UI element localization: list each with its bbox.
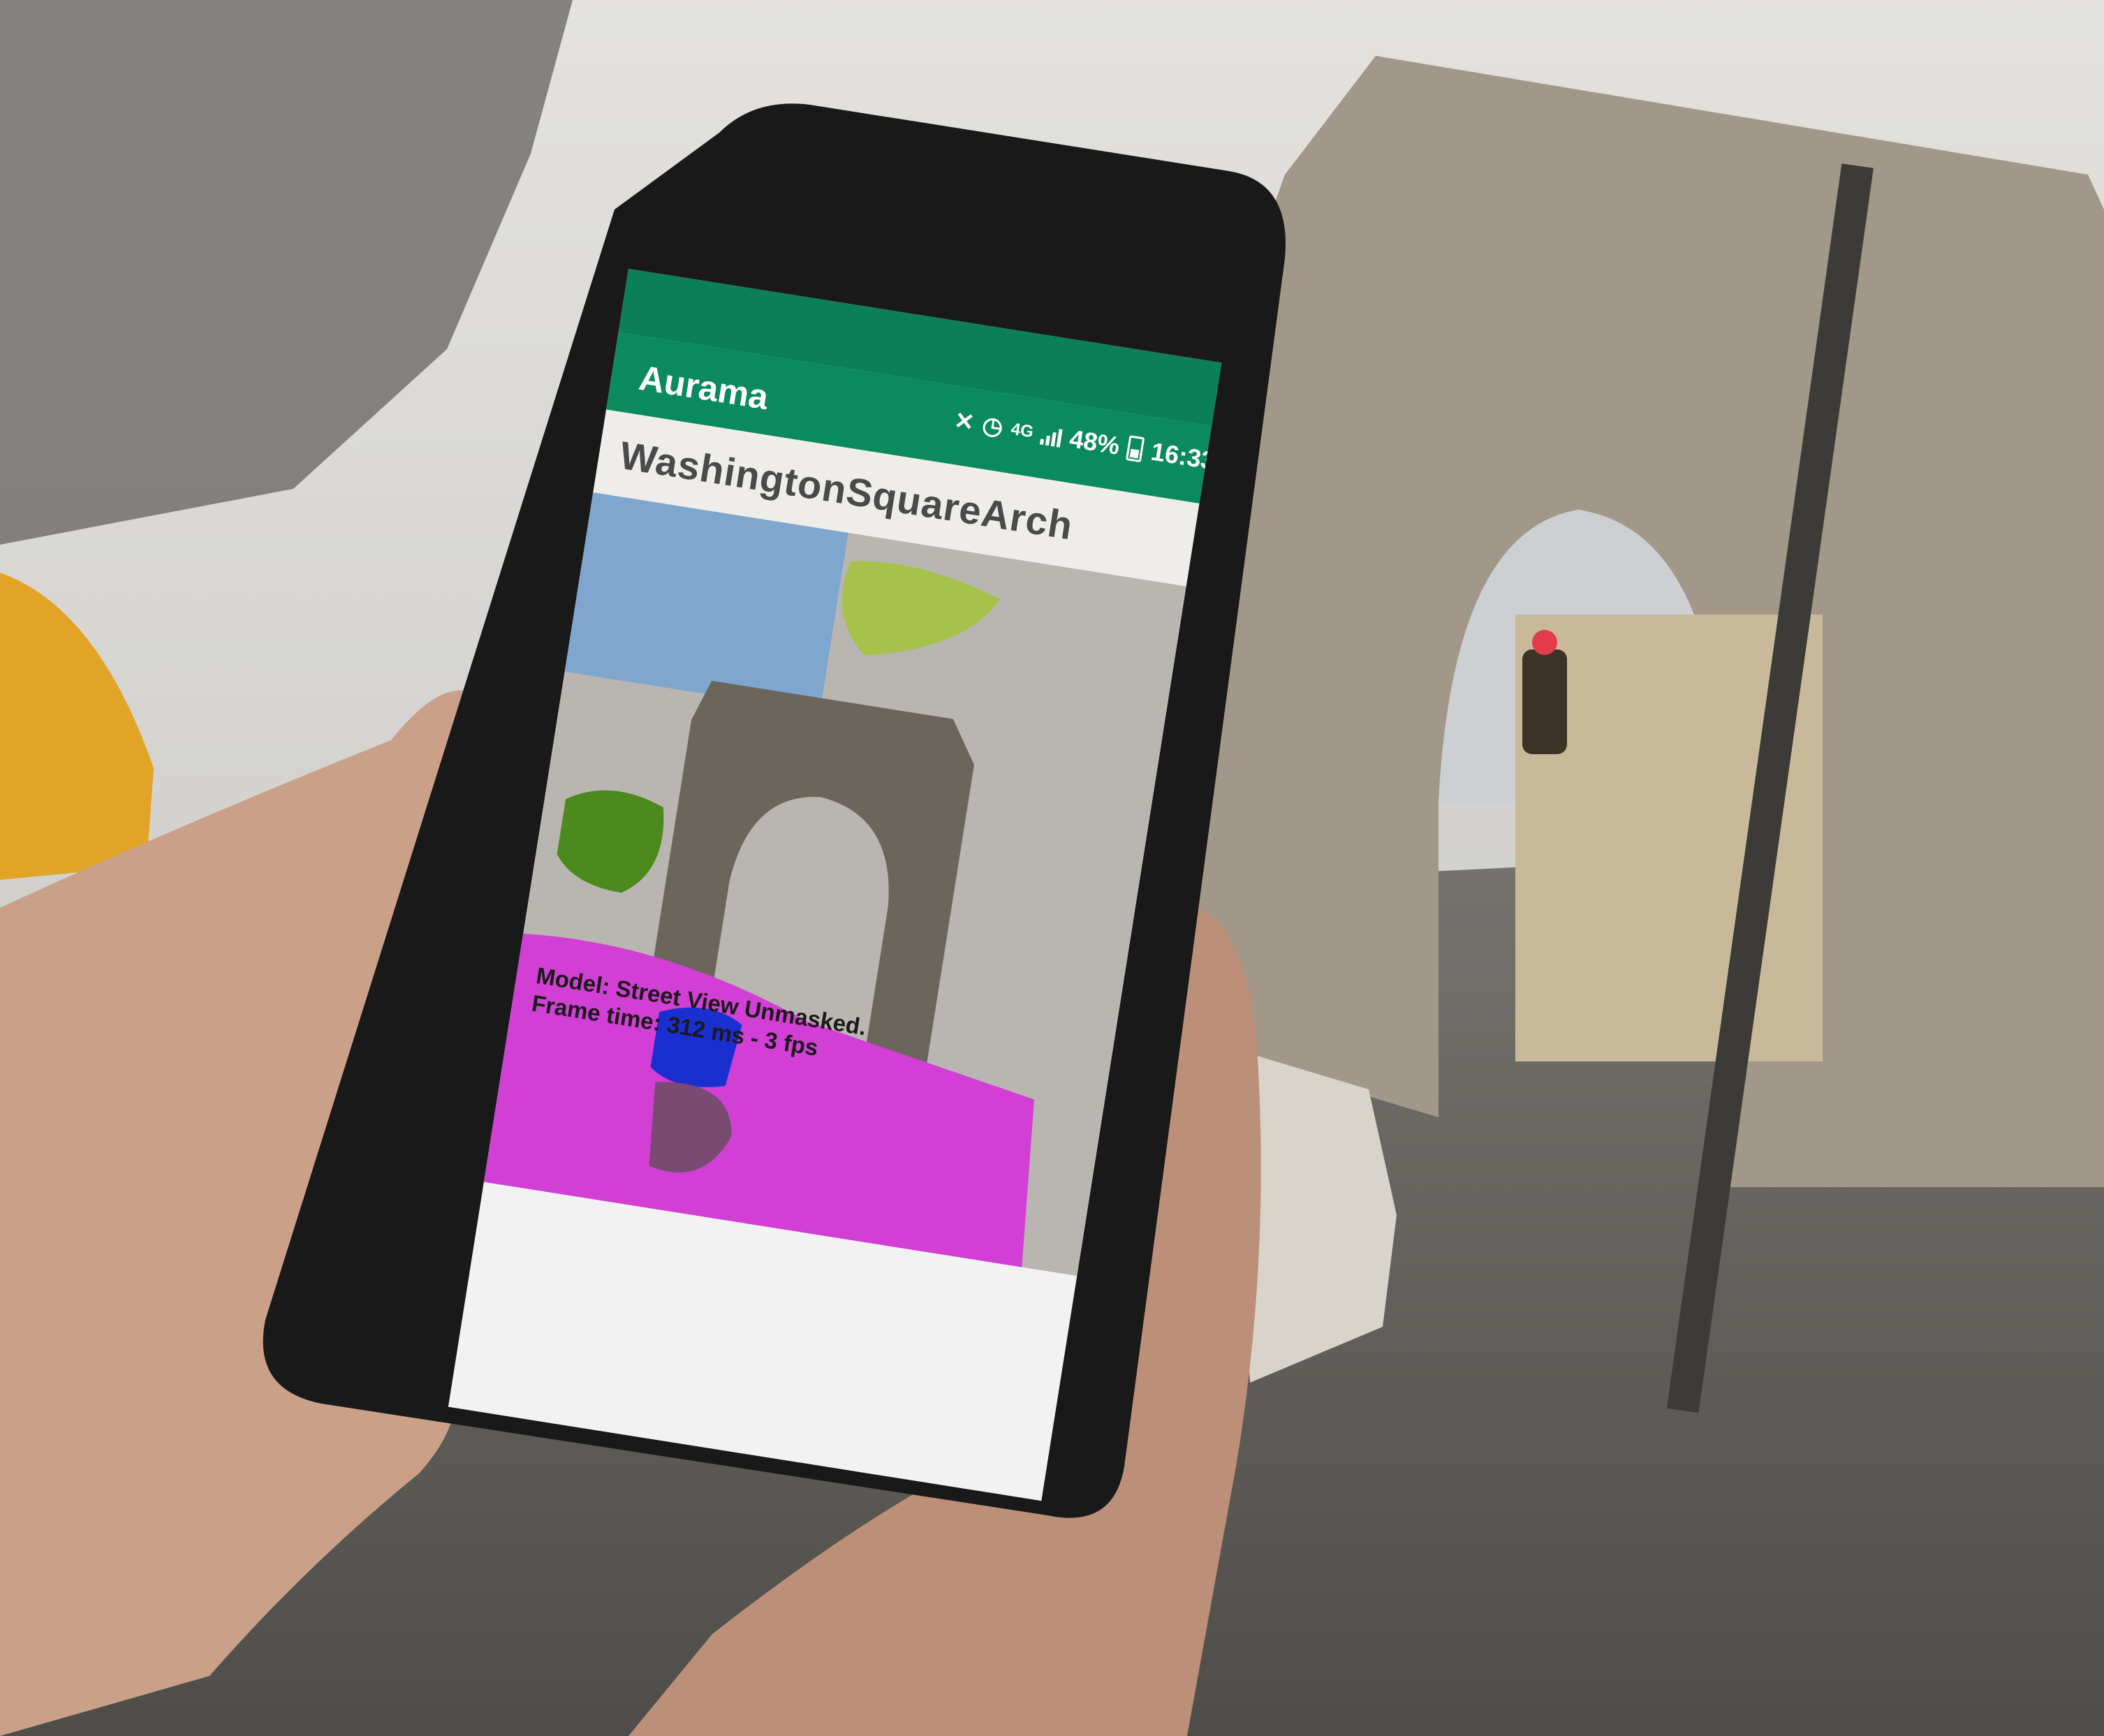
segmentation-overlay: [483, 492, 1186, 1277]
signal-icon: [1040, 424, 1063, 448]
phone: Aurama ✕ ◷ 4G 48% 16:33 WashingtonSquare…: [0, 0, 2104, 1736]
camera-preview: [483, 492, 1186, 1277]
battery-icon: [1126, 435, 1145, 463]
alarm-icon: ◷: [980, 411, 1006, 441]
phone-screen: Aurama ✕ ◷ 4G 48% 16:33 WashingtonSquare…: [448, 269, 1222, 1501]
mute-icon: ✕: [952, 406, 976, 436]
network-label: 4G: [1009, 419, 1035, 442]
